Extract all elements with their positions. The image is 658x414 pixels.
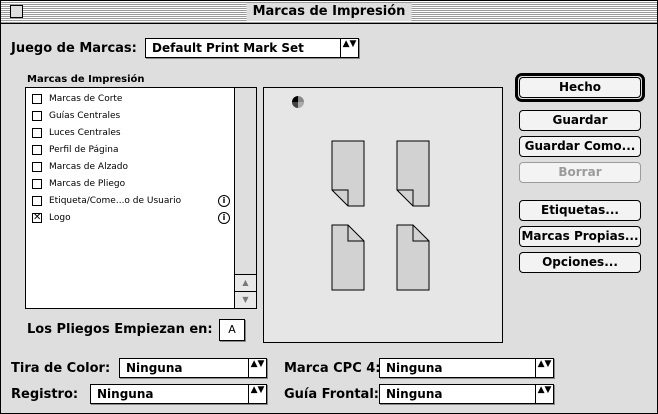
page-icon (331, 224, 365, 291)
front-guide-popup[interactable]: Ninguna ▲▼ (379, 384, 554, 404)
color-strip-value: Ninguna (126, 361, 183, 375)
color-strip-label: Tira de Color: (11, 361, 111, 376)
cpc4-value: Ninguna (386, 361, 443, 375)
registration-popup[interactable]: Ninguna ▲▼ (90, 384, 267, 404)
mark-set-popup[interactable]: Default Print Mark Set ▲▼ (145, 38, 359, 58)
delete-button[interactable]: Borrar (519, 162, 641, 183)
checkbox[interactable] (32, 196, 42, 206)
own-marks-button[interactable]: Marcas Propias... (519, 226, 641, 247)
popup-arrows-icon: ▲▼ (535, 385, 553, 403)
scroll-down-arrow-icon[interactable]: ▼ (235, 291, 256, 308)
list-item-label: Perfil de Página (49, 145, 119, 155)
checkbox[interactable] (32, 94, 42, 104)
mark-set-label: Juego de Marcas: (11, 41, 137, 56)
checkbox[interactable] (32, 179, 42, 189)
list-item-label: Luces Centrales (49, 128, 121, 138)
save-button[interactable]: Guardar (519, 110, 641, 131)
popup-arrows-icon: ▲▼ (248, 385, 266, 403)
list-item-label: Marcas de Corte (49, 94, 123, 104)
list-item-logo[interactable]: ✕ Logo i (32, 211, 232, 225)
cpc4-popup[interactable]: Ninguna ▲▼ (379, 358, 554, 378)
front-guide-value: Ninguna (386, 387, 443, 401)
page-icon (331, 140, 365, 207)
save-as-button[interactable]: Guardar Como... (519, 136, 641, 157)
start-field[interactable]: A (219, 319, 245, 341)
list-item-label: Marcas de Pliego (49, 179, 126, 189)
checkbox[interactable] (32, 111, 42, 121)
info-icon[interactable]: i (218, 212, 230, 224)
popup-arrows-icon: ▲▼ (340, 39, 358, 57)
registration-value: Ninguna (97, 387, 154, 401)
checkbox[interactable] (32, 128, 42, 138)
page-icon (396, 140, 430, 207)
registration-label: Registro: (11, 387, 79, 402)
list-item-label: Etiqueta/Come...o de Usuario (49, 196, 182, 206)
preview-graphic (292, 96, 430, 291)
info-icon[interactable]: i (218, 195, 230, 207)
list-item-etiqueta-usuario[interactable]: Etiqueta/Come...o de Usuario i (32, 194, 232, 208)
labels-button[interactable]: Etiquetas... (519, 200, 641, 221)
checkbox[interactable] (32, 162, 42, 172)
list-item-label: Marcas de Alzado (49, 162, 129, 172)
popup-arrows-icon: ▲▼ (535, 359, 553, 377)
marks-listbox[interactable]: Marcas de Corte Guías Centrales Luces Ce… (25, 87, 257, 309)
marks-list-heading: Marcas de Impresión (27, 74, 145, 85)
checkbox[interactable]: ✕ (32, 213, 42, 223)
list-item-label: Guías Centrales (49, 111, 121, 121)
close-box[interactable] (10, 5, 23, 18)
print-marks-dialog: Marcas de Impresión Juego de Marcas: Def… (0, 0, 658, 414)
logo-mark-icon (292, 96, 304, 108)
cpc4-label: Marca CPC 4: (284, 361, 381, 376)
color-strip-popup[interactable]: Ninguna ▲▼ (119, 358, 267, 378)
window-title: Marcas de Impresión (246, 3, 412, 21)
mark-set-value: Default Print Mark Set (152, 41, 304, 55)
list-item-label: Logo (49, 213, 71, 223)
done-button[interactable]: Hecho (519, 77, 641, 98)
list-scrollbar[interactable]: ▲ ▼ (234, 88, 256, 308)
options-button[interactable]: Opciones... (519, 252, 641, 273)
front-guide-label: Guía Frontal: (284, 387, 379, 402)
checkbox[interactable] (32, 145, 42, 155)
page-icon (396, 224, 430, 291)
scroll-up-arrow-icon[interactable]: ▲ (235, 274, 256, 291)
start-label: Los Pliegos Empiezan en: (27, 322, 213, 337)
page-preview (263, 87, 503, 343)
title-bar[interactable]: Marcas de Impresión (1, 1, 657, 24)
popup-arrows-icon: ▲▼ (248, 359, 266, 377)
